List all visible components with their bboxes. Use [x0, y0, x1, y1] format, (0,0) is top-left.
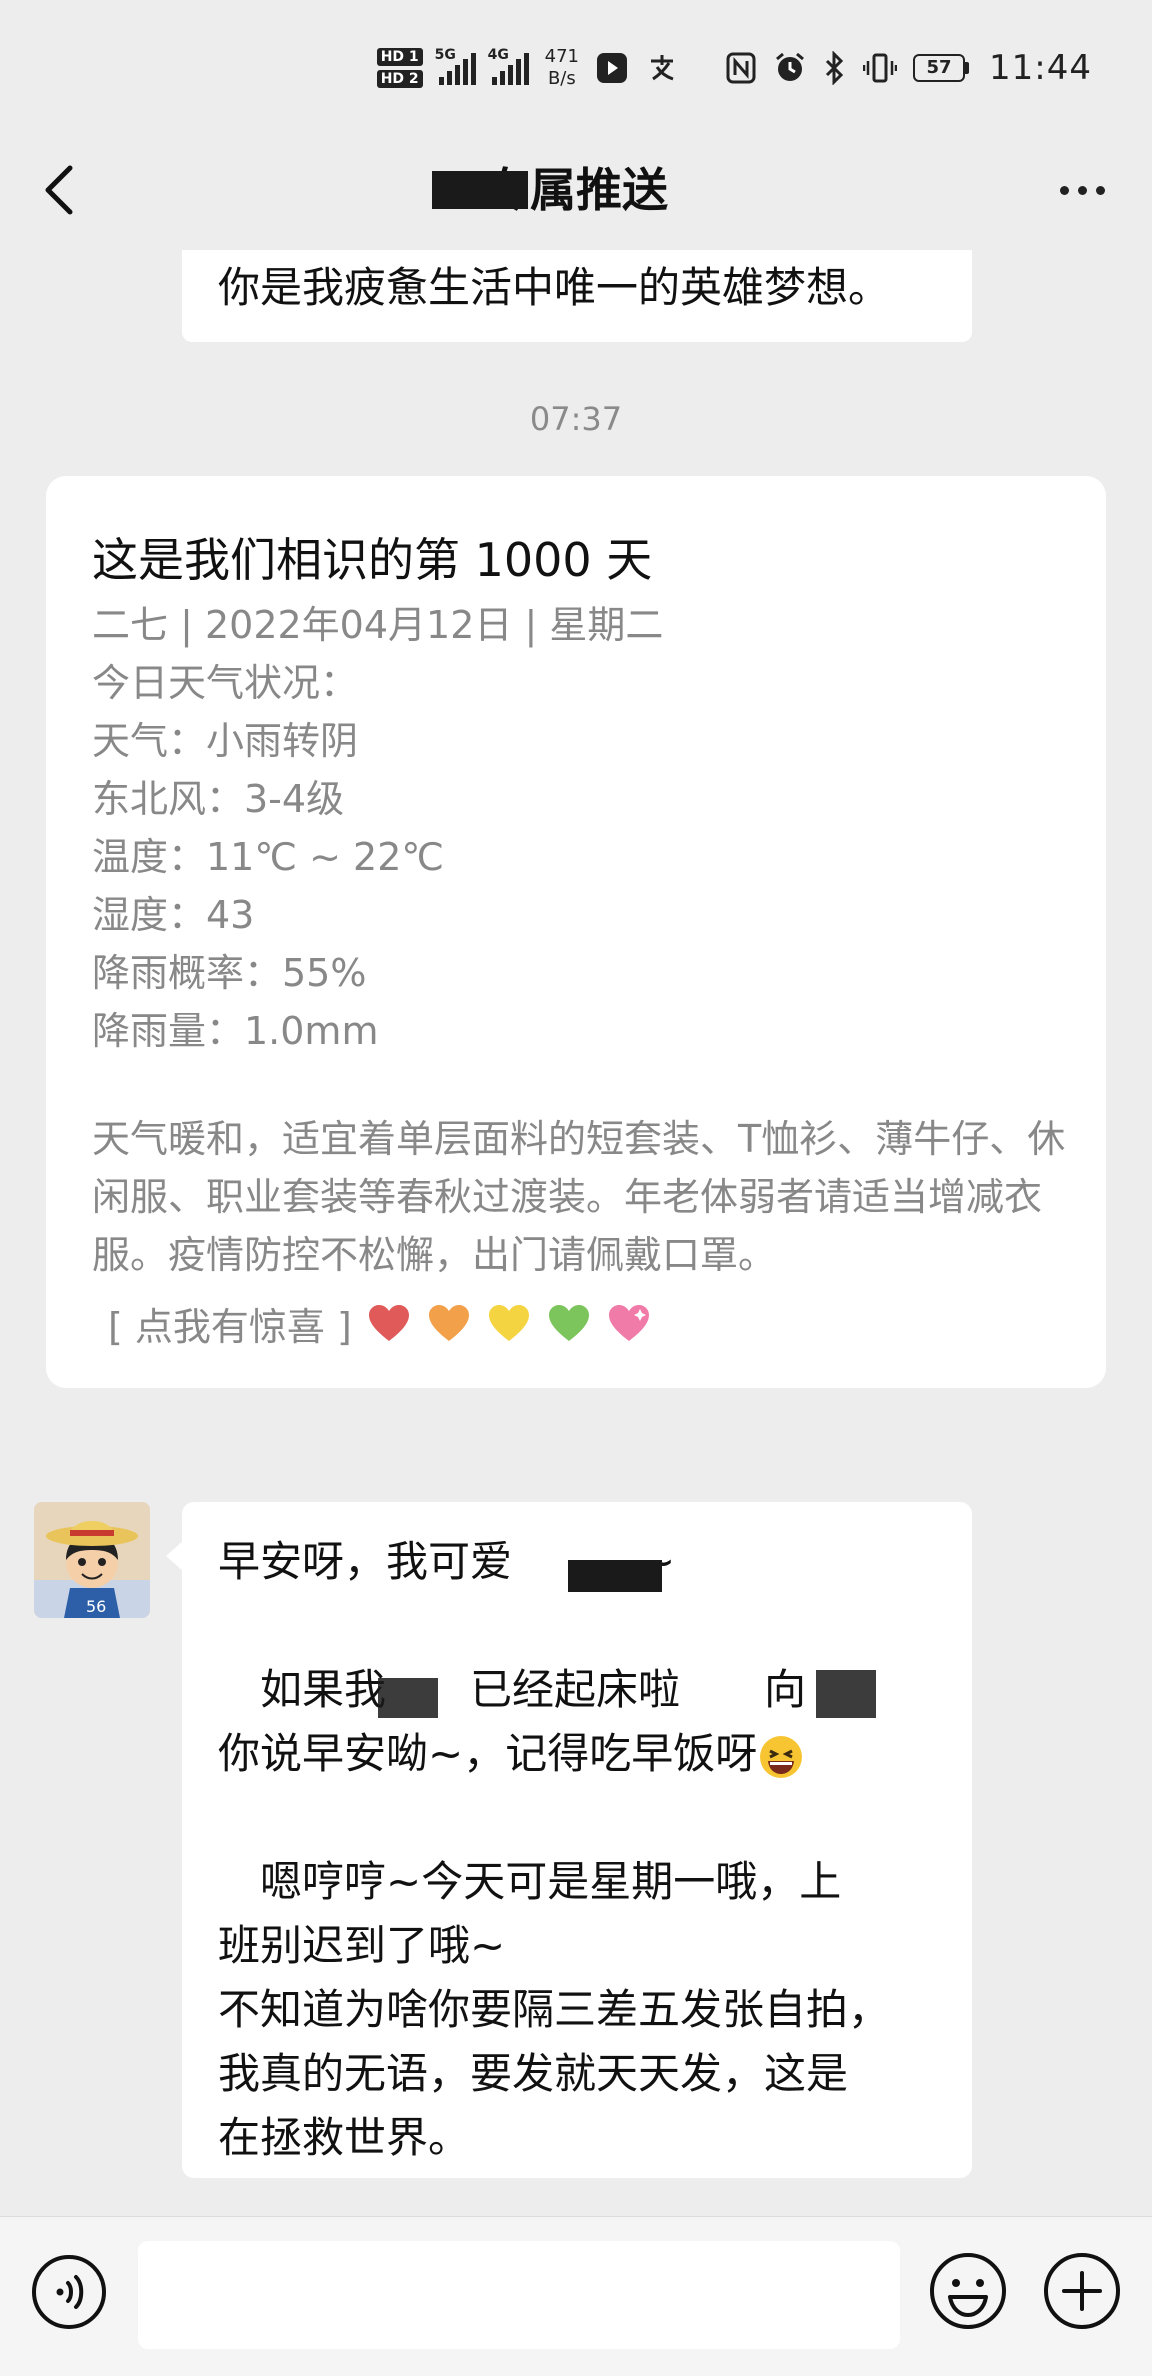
weather-header: 今日天气状况：	[92, 661, 359, 705]
orange-heart-icon	[428, 1304, 469, 1341]
app-notification-icon	[597, 53, 628, 83]
temperature-line: 温度：11℃ ~ 22℃	[92, 835, 445, 879]
message-bubble[interactable]: 早安呀，我可爱~ 如果我已经起床啦向 你说早安呦~，记得吃早饭呀 嗯哼哼~今天可…	[182, 1502, 972, 2178]
speed-value: 471	[544, 46, 580, 67]
chat-area[interactable]: 你是我疲惫生活中唯一的英雄梦想。 07:37 这是我们相识的第 1000 天 二…	[0, 250, 1152, 2216]
message-input[interactable]	[138, 2241, 900, 2349]
message-line8: 在拯救世界。	[218, 2113, 471, 2162]
speed-unit: B/s	[547, 68, 576, 89]
voice-icon	[32, 2255, 106, 2329]
weather-condition: 天气：小雨转阴	[92, 719, 359, 763]
more-button[interactable]	[1042, 160, 1122, 220]
message-line2-b: 已经起床啦	[470, 1665, 681, 1714]
voice-button[interactable]	[30, 2253, 108, 2331]
battery-level: 57	[913, 54, 966, 82]
svg-text:56: 56	[86, 1597, 106, 1616]
rain-probability-line: 降雨概率：55%	[92, 951, 367, 995]
clothing-advice: 天气暖和，适宜着单层面料的短套装、T恤衫、薄牛仔、休闲服、职业套装等春秋过渡装。…	[92, 1117, 1066, 1277]
avatar[interactable]: 56	[34, 1502, 150, 1618]
green-heart-icon	[548, 1304, 589, 1341]
signal1-label: 5G	[434, 47, 456, 63]
message-line6: 不知道为啥你要隔三差五发张自拍，	[218, 1985, 891, 2034]
push-card[interactable]: 这是我们相识的第 1000 天 二七 | 2022年04月12日 | 星期二 今…	[46, 476, 1106, 1388]
message-line4: 嗯哼哼~今天可是星期一哦，上	[218, 1857, 842, 1906]
wind-line: 东北风：3-4级	[92, 777, 345, 821]
alipay-icon	[651, 55, 674, 81]
vibrate-icon	[863, 53, 898, 83]
surprise-link[interactable]: [ 点我有惊喜 ]	[108, 1296, 652, 1351]
message-line3: 你说早安呦~，记得吃早饭呀	[218, 1729, 758, 1778]
previous-message-text: 你是我疲惫生活中唯一的英雄梦想。	[218, 263, 891, 312]
signal2-label: 4G	[487, 47, 509, 63]
alarm-icon	[776, 52, 804, 81]
hd2-label: HD 2	[376, 70, 423, 88]
title-redaction	[432, 171, 528, 209]
hd1-label: HD 1	[376, 48, 423, 66]
network-speed: 471 B/s	[545, 46, 579, 90]
grinning-emoji-icon	[760, 1735, 803, 1778]
message-line5: 班别迟到了哦~	[218, 1921, 506, 1970]
nav-bar: 专属推送	[0, 130, 1152, 250]
card-title: 这是我们相识的第 1000 天	[92, 533, 653, 587]
signal-icon-2: 4G	[488, 47, 529, 85]
more-dot	[1095, 185, 1105, 195]
redaction-name	[568, 1560, 662, 1592]
message-timestamp: 07:37	[529, 400, 623, 438]
emoji-button[interactable]	[928, 2251, 1008, 2331]
signal-icon-1: 5G	[435, 47, 476, 85]
message-line2-c: 向	[764, 1665, 807, 1714]
rainfall-line: 降雨量：1.0mm	[92, 1009, 379, 1053]
humidity-line: 湿度：43	[92, 893, 255, 937]
more-dot	[1059, 185, 1069, 195]
avatar-image: 56	[34, 1502, 150, 1618]
weather-info: 二七 | 2022年04月12日 | 星期二 今日天气状况： 天气：小雨转阴 东…	[92, 596, 1082, 1060]
emoji-icon	[930, 2253, 1006, 2329]
redaction-phrase	[816, 1670, 876, 1718]
status-time: 11:44	[989, 48, 1092, 88]
message-line1: 早安呀，我可爱	[218, 1537, 513, 1586]
nfc-icon	[726, 52, 756, 84]
plus-icon	[1044, 2253, 1120, 2329]
surprise-label: [ 点我有惊喜 ]	[108, 1305, 352, 1349]
status-icons: HD 1 HD 2 5G 4G 471 B/s 57 11:44	[376, 36, 1092, 100]
date-line: 二七 | 2022年04月12日 | 星期二	[92, 603, 664, 647]
bluetooth-icon	[825, 51, 844, 85]
yellow-heart-icon	[488, 1304, 529, 1341]
input-bar	[0, 2216, 1152, 2376]
status-bar: HD 1 HD 2 5G 4G 471 B/s 57 11:44	[0, 0, 1152, 130]
more-dot	[1077, 185, 1087, 195]
message-line2-a: 如果我	[218, 1665, 387, 1714]
chat-title: 专属推送	[484, 163, 668, 217]
redaction-subject	[378, 1678, 438, 1718]
sparkling-heart-icon	[608, 1304, 649, 1341]
battery-icon: 57	[913, 54, 970, 82]
message-line7: 我真的无语，要发就天天发，这是	[218, 2049, 849, 2098]
plus-button[interactable]	[1042, 2251, 1122, 2331]
red-heart-icon	[368, 1304, 409, 1341]
message-text: 早安呀，我可爱~ 如果我已经起床啦向 你说早安呦~，记得吃早饭呀 嗯哼哼~今天可…	[218, 1530, 948, 2170]
hd-indicator: HD 1 HD 2	[376, 48, 423, 88]
